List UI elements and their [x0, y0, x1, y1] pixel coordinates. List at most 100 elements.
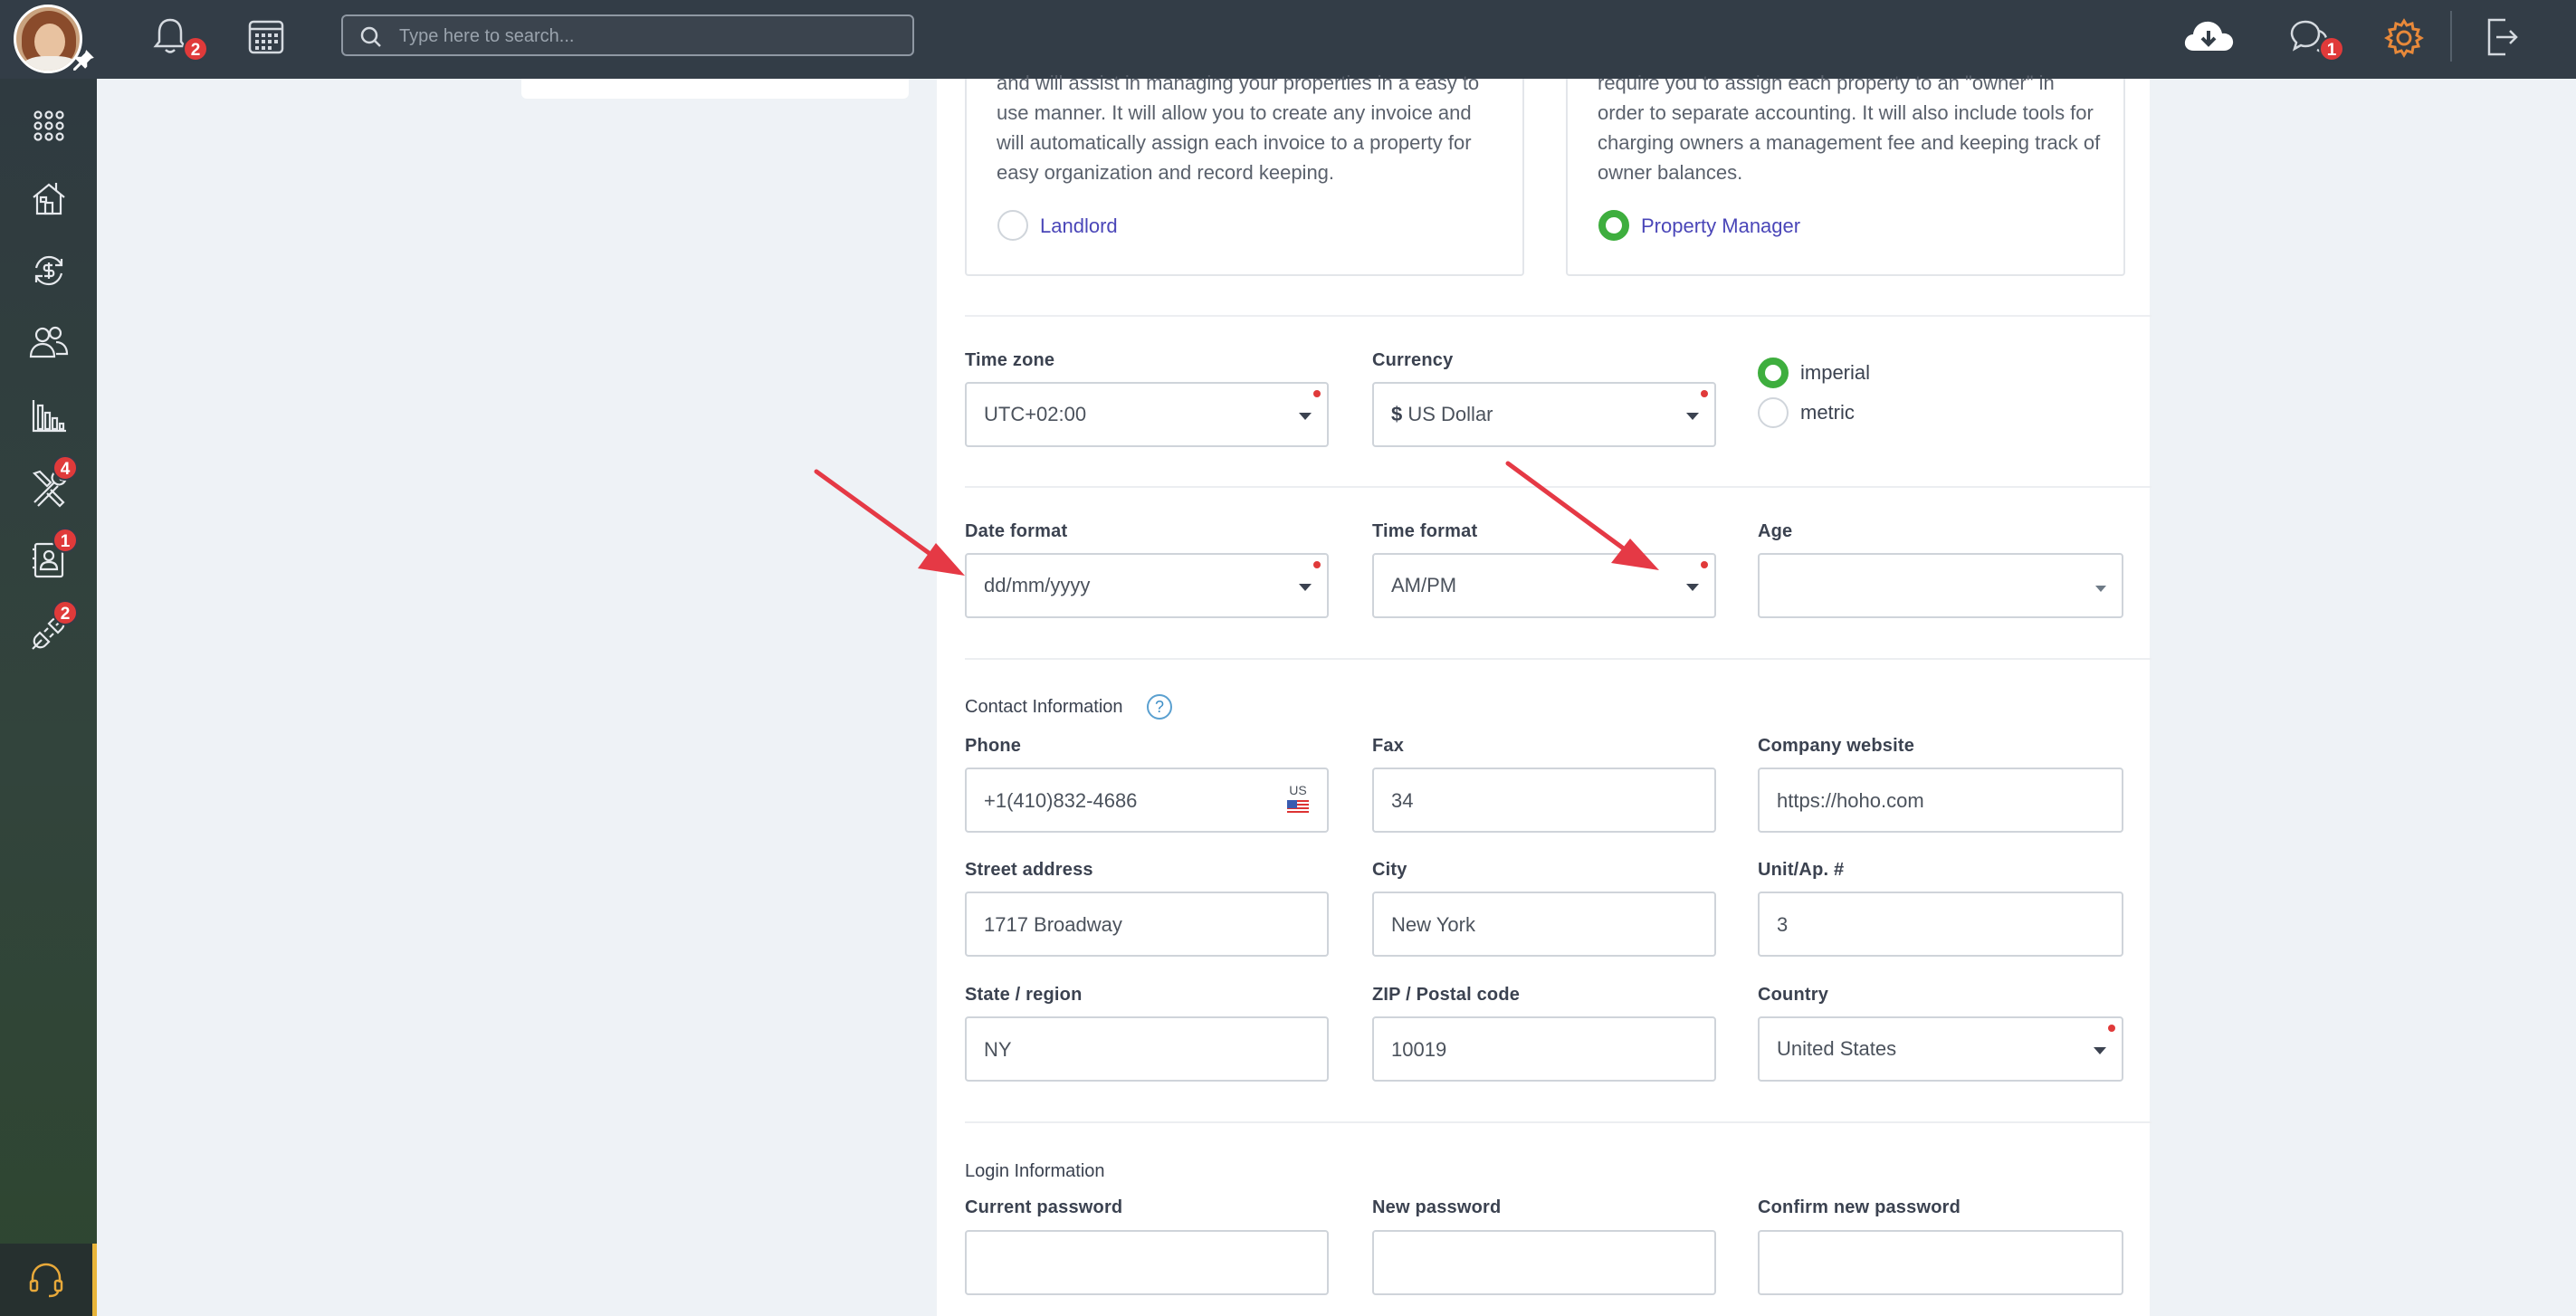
new-password-field[interactable] — [1372, 1230, 1716, 1295]
website-label: Company website — [1758, 736, 1915, 756]
integrations-badge: 2 — [52, 600, 78, 625]
properties-icon — [32, 183, 65, 215]
required-indicator — [1701, 390, 1708, 397]
confirm-password-field[interactable] — [1758, 1230, 2123, 1295]
chevron-down-icon — [1299, 584, 1312, 591]
country-value: United States — [1777, 1037, 1897, 1060]
divider — [965, 486, 2151, 488]
search-box[interactable] — [341, 14, 914, 56]
chevron-down-icon — [1686, 584, 1699, 591]
top-bar: 2 1 — [0, 0, 2576, 79]
phone-input[interactable] — [984, 786, 1283, 816]
city-field[interactable] — [1372, 892, 1716, 957]
landlord-radio[interactable] — [997, 210, 1028, 241]
imperial-radio[interactable] — [1758, 358, 1789, 388]
country-label: Country — [1758, 985, 1829, 1005]
date-format-label: Date format — [965, 521, 1068, 541]
current-password-label: Current password — [965, 1197, 1123, 1217]
landlord-label[interactable]: Landlord — [1040, 215, 1118, 238]
pin-icon[interactable] — [72, 48, 96, 72]
zip-field[interactable] — [1372, 1016, 1716, 1082]
sidebar-item-people[interactable] — [0, 310, 97, 376]
state-input[interactable] — [984, 1035, 1273, 1065]
sidebar-item-properties[interactable] — [0, 166, 97, 231]
sidebar-item-integrations[interactable]: 2 — [0, 600, 97, 665]
login-section-title: Login Information — [965, 1161, 1105, 1181]
time-format-value: AM/PM — [1391, 574, 1457, 596]
metric-radio[interactable] — [1758, 397, 1789, 428]
sidebar-item-transactions[interactable] — [0, 238, 97, 303]
help-icon[interactable]: ? — [1147, 694, 1172, 720]
age-select[interactable] — [1758, 553, 2123, 618]
download-button[interactable] — [2181, 18, 2236, 59]
sidebar-item-apps[interactable] — [0, 93, 97, 158]
country-select[interactable]: United States — [1758, 1016, 2123, 1082]
date-format-select[interactable]: dd/mm/yyyy — [965, 553, 1329, 618]
country-flag[interactable]: US — [1285, 784, 1311, 815]
required-indicator — [1313, 561, 1321, 568]
phone-field[interactable]: US — [965, 768, 1329, 833]
property-manager-radio[interactable] — [1598, 210, 1629, 241]
calendar-button[interactable] — [246, 16, 286, 61]
street-field[interactable] — [965, 892, 1329, 957]
date-format-value: dd/mm/yyyy — [984, 574, 1091, 596]
support-button[interactable] — [0, 1244, 97, 1316]
street-label: Street address — [965, 860, 1093, 880]
street-input[interactable] — [984, 910, 1273, 940]
sidebar-item-maintenance[interactable]: 4 — [0, 455, 97, 520]
maintenance-badge: 4 — [52, 455, 78, 481]
fax-input[interactable] — [1391, 786, 1664, 816]
required-indicator — [1313, 390, 1321, 397]
website-field[interactable] — [1758, 768, 2123, 833]
new-password-label: New password — [1372, 1197, 1502, 1217]
landlord-role-option[interactable]: and will assist in managing your propert… — [965, 72, 1524, 276]
apps-grid-icon — [33, 110, 64, 141]
sidebar-item-contacts[interactable]: 1 — [0, 528, 97, 593]
unit-field[interactable] — [1758, 892, 2123, 957]
timezone-select[interactable]: UTC+02:00 — [965, 382, 1329, 447]
phone-country-code: US — [1289, 783, 1307, 797]
divider — [965, 315, 2151, 317]
timezone-label: Time zone — [965, 350, 1055, 370]
notifications-button[interactable]: 2 — [152, 16, 208, 62]
logout-button[interactable] — [2484, 16, 2520, 62]
topbar-divider — [2450, 11, 2452, 62]
currency-label: Currency — [1372, 350, 1454, 370]
confirm-password-input[interactable] — [1777, 1248, 2066, 1279]
state-field[interactable] — [965, 1016, 1329, 1082]
fax-field[interactable] — [1372, 768, 1716, 833]
current-password-input[interactable] — [984, 1248, 1273, 1279]
property-manager-label[interactable]: Property Manager — [1641, 215, 1800, 238]
property-manager-description: require you to assign each property to a… — [1598, 72, 2101, 184]
left-sidebar: 4 1 2 — [0, 79, 97, 1316]
cloud-download-icon — [2184, 21, 2234, 51]
property-manager-role-option[interactable]: require you to assign each property to a… — [1566, 72, 2125, 276]
unit-input[interactable] — [1777, 910, 2066, 940]
confirm-password-label: Confirm new password — [1758, 1197, 1961, 1217]
new-password-input[interactable] — [1391, 1248, 1664, 1279]
current-password-field[interactable] — [965, 1230, 1329, 1295]
state-label: State / region — [965, 985, 1083, 1005]
sidebar-item-reports[interactable] — [0, 383, 97, 448]
zip-input[interactable] — [1391, 1035, 1664, 1065]
settings-button[interactable] — [2384, 18, 2424, 62]
settings-form: and will assist in managing your propert… — [937, 72, 2151, 1316]
search-input[interactable] — [399, 24, 888, 49]
support-headset-icon — [29, 1263, 63, 1298]
messages-button[interactable]: 1 — [2288, 16, 2344, 62]
city-input[interactable] — [1391, 910, 1664, 940]
time-format-select[interactable]: AM/PM — [1372, 553, 1716, 618]
currency-symbol: $ — [1391, 403, 1403, 425]
imperial-label[interactable]: imperial — [1800, 361, 1870, 385]
reports-icon — [32, 400, 66, 433]
city-label: City — [1372, 860, 1407, 880]
currency-select[interactable]: $ US Dollar — [1372, 382, 1716, 447]
logout-icon — [2487, 18, 2518, 56]
metric-label[interactable]: metric — [1800, 401, 1855, 424]
calendar-icon — [248, 20, 284, 54]
chevron-down-icon — [1299, 413, 1312, 420]
age-label: Age — [1758, 521, 1793, 541]
chevron-down-icon — [2094, 1047, 2106, 1054]
website-input[interactable] — [1777, 786, 2066, 816]
fax-label: Fax — [1372, 736, 1405, 756]
